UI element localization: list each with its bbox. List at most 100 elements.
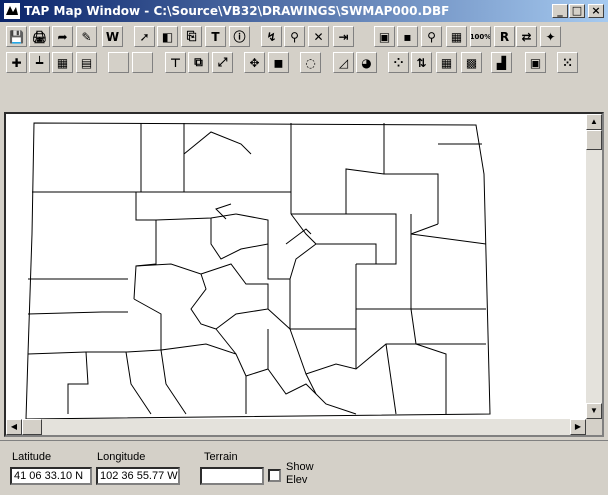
grid-button[interactable]: ▦ <box>52 52 73 73</box>
red-grid-button[interactable]: ▦ <box>446 26 467 47</box>
longitude-label: Longitude <box>97 451 146 463</box>
percent-icon: 100% <box>470 32 491 41</box>
color-grid-icon: ▩ <box>465 55 478 70</box>
toolbar-row-2: ✚ ┷ ▦ ▤ ⊤ ⧉ ⤢ ✥ ◼ ◌ ◿ ◕ ⁘ ⇅ ▦ ▩ ▟ ▣ ⁙ <box>0 50 608 74</box>
ruler-button[interactable]: ┷ <box>29 52 50 73</box>
word-icon: W <box>105 29 120 44</box>
window-title: TAP Map Window - C:\Source\VB32\DRAWINGS… <box>24 4 450 18</box>
scroll-down-button[interactable]: ▼ <box>586 403 602 419</box>
red-grid-icon: ▦ <box>450 29 463 44</box>
close-button[interactable]: × <box>588 4 604 18</box>
cells-button[interactable]: ▣ <box>525 52 546 73</box>
histogram-button[interactable]: ▟ <box>491 52 512 73</box>
longitude-field[interactable]: 102 36 55.77 W <box>96 467 180 485</box>
yellow-r-icon: R <box>499 29 510 44</box>
scatter-icon: ✦ <box>545 29 556 44</box>
green-dot-icon: ▪ <box>403 29 412 44</box>
copy-icon: ⎘ <box>186 29 197 43</box>
text-button[interactable]: T <box>205 26 226 47</box>
link-button[interactable]: ⇄ <box>516 26 537 47</box>
save-button[interactable]: 💾 <box>6 26 27 47</box>
pointer-button[interactable]: ➚ <box>134 26 155 47</box>
green-node-button[interactable]: ▣ <box>374 26 395 47</box>
polygon-button[interactable]: ◌ <box>300 52 321 73</box>
info-button[interactable]: ⓘ <box>229 26 250 47</box>
toolbar-row-1: 💾 🖨 ➦ ✎ W ➚ ◧ ⎘ Tⓘ ↯ ⚲ ✕ ⇥ ▣ ▪ ⚲ ▦ 100% R ⇄ ✦ <box>0 24 608 48</box>
delete-button[interactable]: ✕ <box>308 26 329 47</box>
color-layers-button[interactable]: ◼ <box>268 52 289 73</box>
pick-icon: ⚲ <box>290 29 299 44</box>
copy-button[interactable]: ⎘ <box>181 26 202 47</box>
map-view[interactable]: ▲ ▼ ◀ ▶ <box>4 112 604 437</box>
notes-button[interactable]: ▤ <box>76 52 97 73</box>
scatter-button[interactable]: ✦ <box>540 26 561 47</box>
print-button[interactable]: 🖨 <box>29 26 50 47</box>
pan-button[interactable]: ✥ <box>244 52 265 73</box>
ruler-icon: ┷ <box>35 55 44 70</box>
delete-icon: ✕ <box>313 29 324 44</box>
show-elev-checkbox[interactable] <box>268 469 281 482</box>
export-button[interactable]: ➦ <box>52 26 73 47</box>
pick-button[interactable]: ⚲ <box>284 26 305 47</box>
blank-button[interactable] <box>132 52 153 73</box>
show-elev-label-line2: Elev <box>286 474 308 486</box>
crop-button[interactable]: ⊤ <box>165 52 186 73</box>
title-bar[interactable]: TAP Map Window - C:\Source\VB32\DRAWINGS… <box>0 0 608 22</box>
scroll-up-button[interactable]: ▲ <box>586 114 602 130</box>
dots-grid-icon: ⁙ <box>562 55 573 70</box>
county-map[interactable] <box>6 114 586 419</box>
color-grid-button[interactable]: ▩ <box>461 52 482 73</box>
status-divider <box>0 440 608 441</box>
latitude-label: Latitude <box>12 451 52 463</box>
text-icon: T <box>211 29 220 44</box>
link-icon: ⇄ <box>521 29 532 44</box>
terrain-field[interactable] <box>200 467 264 485</box>
green-dot-button[interactable]: ▪ <box>397 26 418 47</box>
mesh-icon: ▦ <box>440 55 453 70</box>
edit-button[interactable]: ✎ <box>76 26 97 47</box>
dots-grid-button[interactable]: ⁙ <box>557 52 578 73</box>
resize-icon: ⤢ <box>217 55 228 69</box>
cells-icon: ▣ <box>529 55 542 70</box>
export-icon: ➦ <box>57 29 68 44</box>
percent-button[interactable]: 100% <box>470 26 491 47</box>
save-icon: 💾 <box>9 29 24 44</box>
horizontal-scroll-thumb[interactable] <box>22 419 42 435</box>
resize-button[interactable]: ⤢ <box>212 52 233 73</box>
pin-button[interactable]: ⚲ <box>421 26 442 47</box>
vertical-scroll-thumb[interactable] <box>586 130 602 150</box>
profile-button[interactable]: ◿ <box>333 52 354 73</box>
app-icon <box>4 3 20 19</box>
edit-icon: ✎ <box>81 29 92 44</box>
route-button[interactable]: ↯ <box>261 26 282 47</box>
scroll-right-button[interactable]: ▶ <box>570 419 586 435</box>
latitude-field[interactable]: 41 06 33.10 N <box>10 467 92 485</box>
pin-icon: ⚲ <box>427 29 436 44</box>
route-icon: ↯ <box>266 29 277 44</box>
points-icon: ⁘ <box>393 55 404 70</box>
pan-icon: ✥ <box>249 55 260 70</box>
color-layers-icon: ◼ <box>273 55 284 70</box>
layer-icon: ◧ <box>161 29 174 44</box>
points-button[interactable]: ⁘ <box>388 52 409 73</box>
grid-icon: ▦ <box>56 55 69 70</box>
arrows-button[interactable]: ⇅ <box>411 52 432 73</box>
maximize-button[interactable]: □ <box>569 4 585 18</box>
terrain-label: Terrain <box>204 451 238 463</box>
arrows-icon: ⇅ <box>416 55 427 70</box>
vertical-scrollbar[interactable]: ▲ ▼ <box>586 114 602 419</box>
scroll-left-button[interactable]: ◀ <box>6 419 22 435</box>
exit-button[interactable]: ⇥ <box>333 26 354 47</box>
horizontal-scrollbar[interactable]: ◀ ▶ <box>6 419 586 435</box>
mesh-button[interactable]: ▦ <box>436 52 457 73</box>
minimize-button[interactable]: _ <box>552 4 568 18</box>
pie-button[interactable]: ◕ <box>356 52 377 73</box>
layer-button[interactable]: ◧ <box>157 26 178 47</box>
print-icon: 🖨 <box>31 29 48 44</box>
zoom-box-button[interactable]: ⧉ <box>188 52 209 73</box>
word-button[interactable]: W <box>102 26 123 47</box>
blank-button[interactable] <box>108 52 129 73</box>
yellow-r-button[interactable]: R <box>494 26 515 47</box>
add-button[interactable]: ✚ <box>6 52 27 73</box>
show-elev-label-line1: Show <box>286 461 314 473</box>
